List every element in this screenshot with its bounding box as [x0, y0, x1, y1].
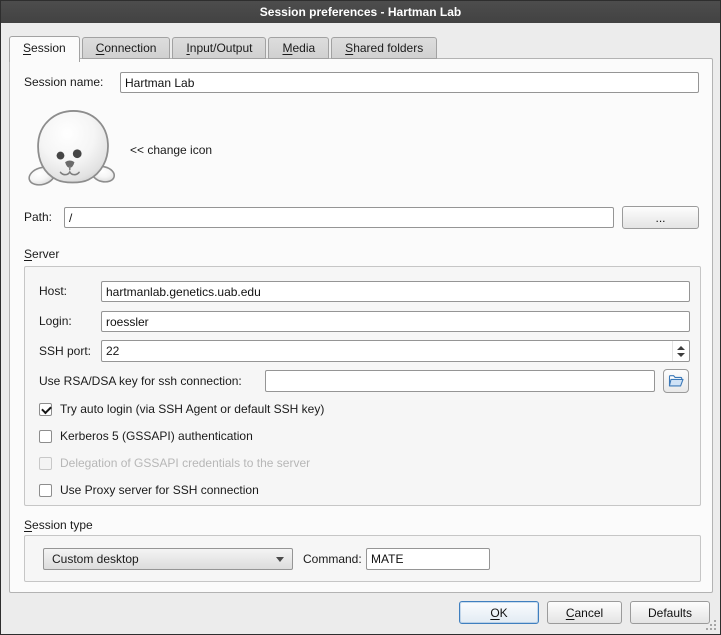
tab-shared-folders[interactable]: Shared folders — [331, 37, 437, 59]
tab-connection-label: Connection — [96, 41, 157, 55]
window-titlebar[interactable]: Session preferences - Hartman Lab — [1, 1, 720, 23]
tab-media[interactable]: Media — [268, 37, 329, 59]
session-type-groupbox: Custom desktop Command: — [24, 535, 701, 582]
tab-connection[interactable]: Connection — [82, 37, 171, 59]
seal-icon[interactable] — [27, 108, 120, 192]
login-input[interactable] — [101, 311, 690, 332]
server-groupbox: Host: Login: SSH port: 22 Use RSA/DSA ke… — [24, 266, 701, 506]
cancel-button[interactable]: Cancel — [547, 601, 622, 624]
checkbox-box[interactable] — [39, 403, 52, 416]
path-input[interactable] — [64, 207, 614, 228]
session-name-input[interactable] — [120, 72, 699, 93]
session-name-label: Session name: — [24, 72, 103, 93]
checkbox-label: Try auto login (via SSH Agent or default… — [60, 402, 324, 416]
checkbox-box[interactable] — [39, 430, 52, 443]
window-title: Session preferences - Hartman Lab — [260, 5, 461, 19]
ssh-port-spinner[interactable]: 22 — [101, 340, 690, 362]
server-group-label: Server — [24, 247, 59, 261]
session-preferences-dialog: Session preferences - Hartman Lab Sessio… — [0, 0, 721, 635]
tab-session-label: Session — [23, 41, 66, 55]
session-type-selected: Custom desktop — [52, 552, 270, 566]
tab-bar: Session Connection Input/Output Media Sh… — [9, 36, 439, 59]
tab-input-output[interactable]: Input/Output — [172, 37, 266, 59]
command-label: Command: — [303, 548, 362, 570]
browse-path-button[interactable]: ... — [622, 206, 699, 229]
ssh-port-label: SSH port: — [39, 340, 91, 362]
host-input[interactable] — [101, 281, 690, 302]
browse-rsa-key-button[interactable] — [663, 369, 689, 393]
session-type-group-label: Session type — [24, 518, 93, 532]
ssh-port-value[interactable]: 22 — [102, 341, 672, 361]
checkbox-label: Use Proxy server for SSH connection — [60, 483, 259, 497]
checkbox-use-proxy[interactable]: Use Proxy server for SSH connection — [39, 482, 259, 498]
login-label: Login: — [39, 311, 72, 332]
checkbox-try-auto-login[interactable]: Try auto login (via SSH Agent or default… — [39, 401, 324, 417]
spin-down-icon[interactable] — [677, 353, 685, 357]
tab-shared-folders-label: Shared folders — [345, 41, 423, 55]
path-label: Path: — [24, 207, 52, 228]
session-tab-panel: Session name: — [9, 58, 713, 593]
host-label: Host: — [39, 281, 67, 302]
checkbox-kerberos-auth[interactable]: Kerberos 5 (GSSAPI) authentication — [39, 428, 253, 444]
ok-button[interactable]: OK — [459, 601, 539, 624]
tab-session[interactable]: Session — [9, 36, 80, 62]
tab-media-label: Media — [282, 41, 315, 55]
session-type-dropdown[interactable]: Custom desktop — [43, 548, 293, 570]
spin-up-icon[interactable] — [677, 346, 685, 350]
defaults-button[interactable]: Defaults — [630, 601, 710, 624]
checkbox-label: Delegation of GSSAPI credentials to the … — [60, 456, 310, 470]
change-icon-label[interactable]: << change icon — [130, 143, 212, 157]
resize-grip-icon[interactable] — [704, 618, 717, 631]
tab-input-output-label: Input/Output — [186, 41, 252, 55]
checkbox-label: Kerberos 5 (GSSAPI) authentication — [60, 429, 253, 443]
command-input[interactable] — [366, 548, 490, 570]
rsa-key-input[interactable] — [265, 370, 655, 392]
checkbox-gssapi-delegation: Delegation of GSSAPI credentials to the … — [39, 455, 310, 471]
checkbox-box — [39, 457, 52, 470]
rsa-key-label: Use RSA/DSA key for ssh connection: — [39, 370, 242, 392]
open-folder-icon — [668, 373, 684, 389]
spinner-buttons — [672, 341, 689, 361]
dropdown-arrow-icon — [276, 557, 284, 562]
checkbox-box[interactable] — [39, 484, 52, 497]
